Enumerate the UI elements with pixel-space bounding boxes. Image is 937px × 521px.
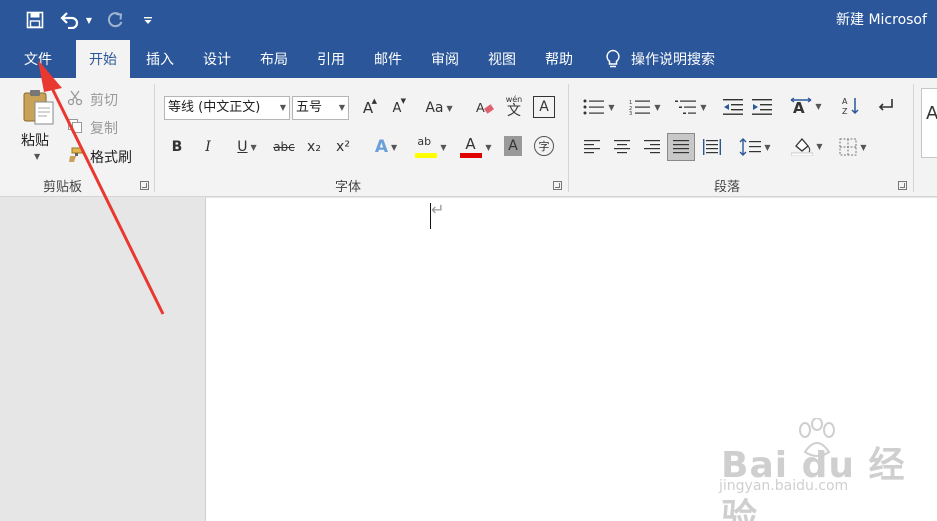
word-window: ▼ 新建 Microsof 文件 开始 插入 设计 布局 引用 邮件 审阅 视图…: [0, 0, 937, 521]
annotation-arrow: [38, 60, 165, 315]
